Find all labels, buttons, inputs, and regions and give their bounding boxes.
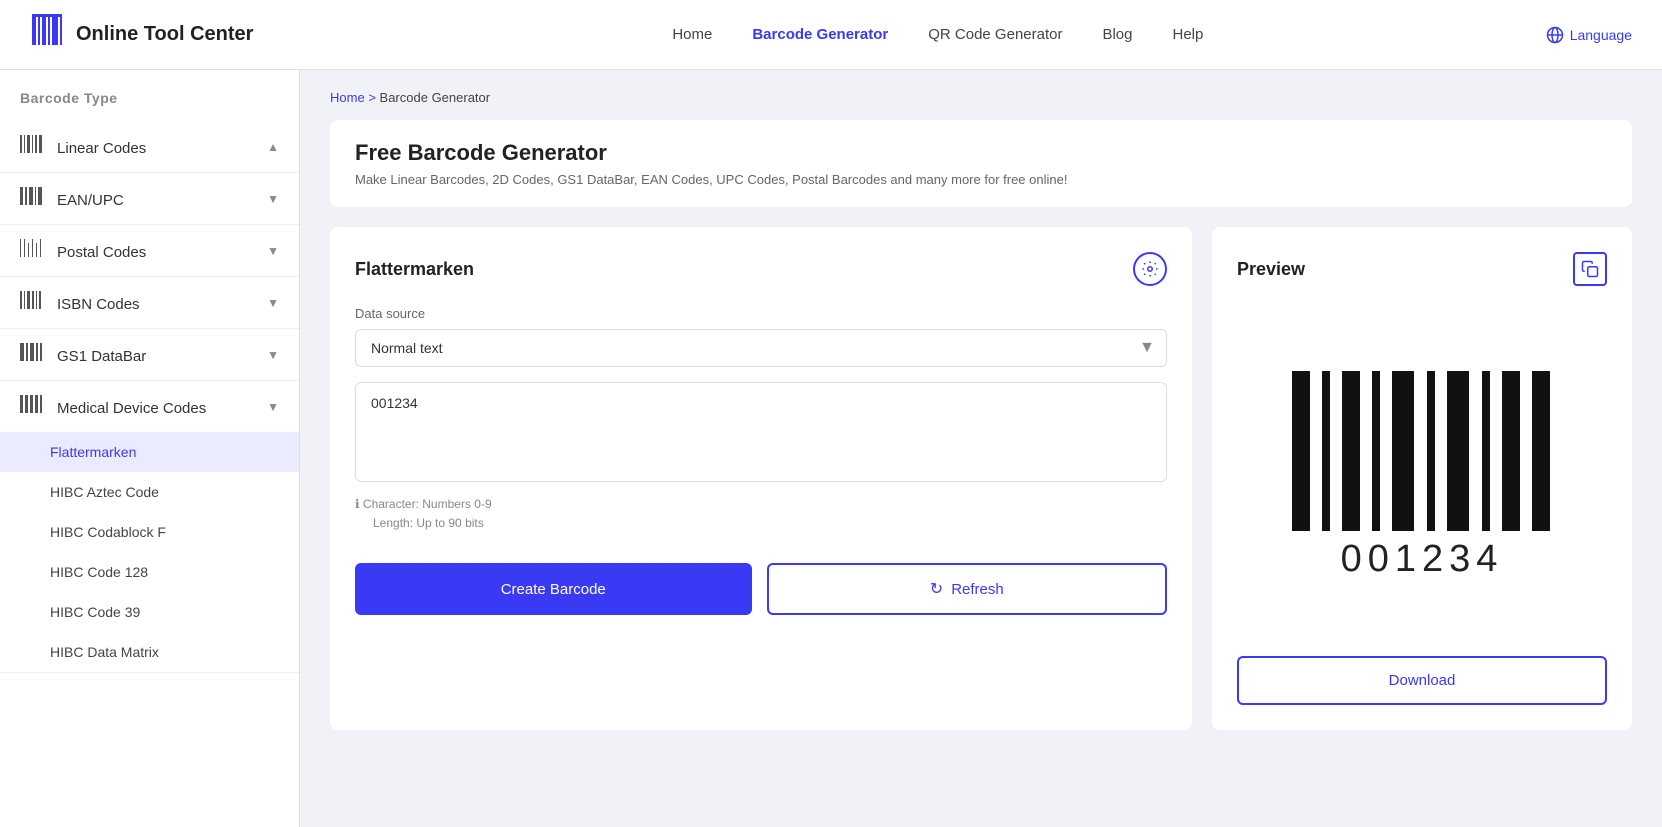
refresh-button[interactable]: ↻ Refresh xyxy=(767,563,1168,615)
hint-character: ℹ Character: Numbers 0-9 xyxy=(355,495,1167,514)
breadcrumb-home[interactable]: Home xyxy=(330,90,365,105)
data-source-label: Data source xyxy=(355,306,1167,321)
main-content: Home > Barcode Generator Free Barcode Ge… xyxy=(300,70,1662,827)
gs1-databar-icon xyxy=(20,345,47,365)
panels: Flattermarken Data source Normal text He… xyxy=(330,227,1632,730)
breadcrumb-separator: > xyxy=(368,90,376,105)
medical-codes-chevron: ▼ xyxy=(267,400,279,414)
left-panel: Flattermarken Data source Normal text He… xyxy=(330,227,1192,730)
page-subtitle: Make Linear Barcodes, 2D Codes, GS1 Data… xyxy=(355,172,1607,187)
barcode-input[interactable]: 001234 xyxy=(355,382,1167,482)
nav-help[interactable]: Help xyxy=(1173,26,1204,43)
right-panel: Preview xyxy=(1212,227,1632,730)
main-layout: Barcode Type Linear Codes xyxy=(0,70,1662,827)
barcode-preview: 001234 xyxy=(1237,306,1607,656)
nav-qr-generator[interactable]: QR Code Generator xyxy=(928,26,1062,43)
data-source-select[interactable]: Normal text Hex Base64 xyxy=(355,329,1167,367)
hint-text: ℹ Character: Numbers 0-9 Length: Up to 9… xyxy=(355,495,1167,533)
postal-codes-label: Postal Codes xyxy=(57,244,146,261)
left-panel-header: Flattermarken xyxy=(355,252,1167,286)
create-barcode-button[interactable]: Create Barcode xyxy=(355,563,752,615)
isbn-codes-label: ISBN Codes xyxy=(57,296,140,313)
sidebar-subitem-hibc-datamatrix[interactable]: HIBC Data Matrix xyxy=(0,632,299,672)
refresh-label: Refresh xyxy=(951,581,1004,598)
data-source-wrapper: Normal text Hex Base64 ▼ xyxy=(355,329,1167,367)
svg-text:001234: 001234 xyxy=(1341,538,1504,580)
medical-device-codes-label: Medical Device Codes xyxy=(57,400,206,417)
medical-codes-icon xyxy=(20,397,47,417)
isbn-codes-chevron: ▼ xyxy=(267,296,279,310)
sidebar-section-ean-upc: EAN/UPC ▼ xyxy=(0,173,299,225)
header: Online Tool Center Home Barcode Generato… xyxy=(0,0,1662,70)
action-buttons: Create Barcode ↻ Refresh xyxy=(355,563,1167,615)
sidebar: Barcode Type Linear Codes xyxy=(0,70,300,827)
sidebar-item-ean-upc[interactable]: EAN/UPC ▼ xyxy=(0,173,299,224)
gs1-databar-label: GS1 DataBar xyxy=(57,348,146,365)
sidebar-section-medical-device-codes: Medical Device Codes ▼ Flattermarken HIB… xyxy=(0,381,299,673)
linear-codes-label: Linear Codes xyxy=(57,140,146,157)
ean-upc-chevron: ▼ xyxy=(267,192,279,206)
sidebar-item-gs1-databar[interactable]: GS1 DataBar ▼ xyxy=(0,329,299,380)
linear-codes-icon xyxy=(20,137,47,157)
sidebar-subitem-hibc-aztec[interactable]: HIBC Aztec Code xyxy=(0,472,299,512)
left-panel-title: Flattermarken xyxy=(355,259,474,280)
logo-area: Online Tool Center xyxy=(30,13,330,56)
postal-codes-chevron: ▼ xyxy=(267,244,279,258)
sidebar-section-title: Barcode Type xyxy=(0,90,299,121)
main-nav: Home Barcode Generator QR Code Generator… xyxy=(330,26,1546,43)
gs1-databar-chevron: ▼ xyxy=(267,348,279,362)
right-panel-header: Preview xyxy=(1237,252,1607,286)
logo-icon xyxy=(30,13,66,56)
page-header: Free Barcode Generator Make Linear Barco… xyxy=(330,120,1632,207)
language-selector[interactable]: Language xyxy=(1546,26,1632,44)
language-label: Language xyxy=(1570,27,1632,43)
sidebar-item-linear-codes[interactable]: Linear Codes ▲ xyxy=(0,121,299,172)
ean-upc-label: EAN/UPC xyxy=(57,192,124,209)
postal-codes-icon xyxy=(20,241,47,261)
barcode-image: 001234 xyxy=(1262,351,1582,611)
breadcrumb-current: Barcode Generator xyxy=(380,90,491,105)
nav-blog[interactable]: Blog xyxy=(1102,26,1132,43)
sidebar-section-gs1-databar: GS1 DataBar ▼ xyxy=(0,329,299,381)
sidebar-item-isbn-codes[interactable]: ISBN Codes ▼ xyxy=(0,277,299,328)
sidebar-subitem-hibc-codablock[interactable]: HIBC Codablock F xyxy=(0,512,299,552)
sidebar-subitem-flattermarken[interactable]: Flattermarken xyxy=(0,432,299,472)
settings-icon-button[interactable] xyxy=(1133,252,1167,286)
sidebar-subitem-hibc-code39[interactable]: HIBC Code 39 xyxy=(0,592,299,632)
linear-codes-chevron: ▲ xyxy=(267,140,279,154)
info-icon: ℹ xyxy=(355,497,360,511)
site-title: Online Tool Center xyxy=(76,23,253,46)
sidebar-item-postal-codes[interactable]: Postal Codes ▼ xyxy=(0,225,299,276)
ean-upc-icon xyxy=(20,189,47,209)
page-title: Free Barcode Generator xyxy=(355,140,1607,166)
breadcrumb: Home > Barcode Generator xyxy=(330,90,1632,105)
sidebar-section-linear-codes: Linear Codes ▲ xyxy=(0,121,299,173)
nav-home[interactable]: Home xyxy=(672,26,712,43)
copy-icon-button[interactable] xyxy=(1573,252,1607,286)
refresh-icon: ↻ xyxy=(930,579,943,599)
nav-barcode-generator[interactable]: Barcode Generator xyxy=(752,26,888,43)
sidebar-subitem-hibc-code128[interactable]: HIBC Code 128 xyxy=(0,552,299,592)
hint-length: Length: Up to 90 bits xyxy=(355,514,1167,533)
right-panel-title: Preview xyxy=(1237,259,1305,280)
sidebar-section-postal-codes: Postal Codes ▼ xyxy=(0,225,299,277)
sidebar-item-medical-device-codes[interactable]: Medical Device Codes ▼ xyxy=(0,381,299,432)
sidebar-section-isbn-codes: ISBN Codes ▼ xyxy=(0,277,299,329)
download-button[interactable]: Download xyxy=(1237,656,1607,705)
isbn-codes-icon xyxy=(20,293,47,313)
